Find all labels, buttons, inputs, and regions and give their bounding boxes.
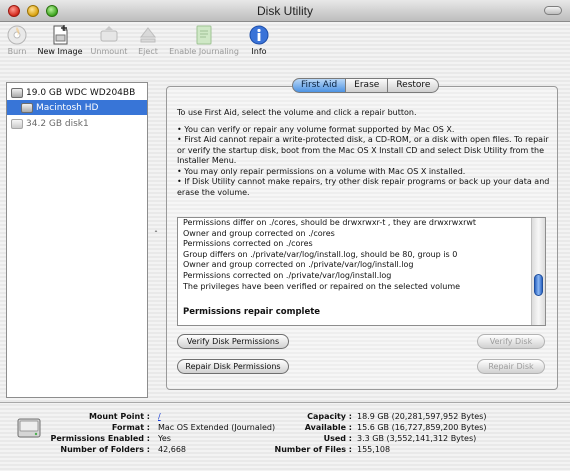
log-scrollbar-thumb[interactable] bbox=[534, 274, 543, 296]
verify-disk-button[interactable]: Verify Disk bbox=[477, 334, 545, 349]
disk-item[interactable]: 19.0 GB WDC WD204BB bbox=[7, 85, 147, 100]
disk-item-label: 19.0 GB WDC WD204BB bbox=[26, 87, 136, 98]
unmount-icon bbox=[100, 26, 118, 42]
capacity-label: Capacity : bbox=[307, 412, 352, 421]
disk-list[interactable]: 19.0 GB WDC WD204BB Macintosh HD 34.2 GB… bbox=[6, 82, 148, 398]
mount-point-link[interactable]: / bbox=[158, 412, 161, 421]
enable-journaling-label: Enable Journaling bbox=[169, 47, 239, 56]
log-line: The privileges have been verified or rep… bbox=[183, 281, 461, 291]
enable-journaling-button[interactable]: Enable Journaling bbox=[165, 24, 243, 56]
files-label: Number of Files : bbox=[274, 445, 353, 454]
log-line: Owner and group corrected on ./private/v… bbox=[183, 260, 414, 270]
first-aid-bullet: • If Disk Utility cannot make repairs, t… bbox=[177, 177, 550, 197]
mount-point-label: Mount Point : bbox=[88, 412, 150, 421]
format-value: Mac OS Extended (Journaled) bbox=[158, 423, 276, 432]
log-line: Permissions corrected on ./cores bbox=[183, 239, 313, 249]
first-aid-bullet: • You can verify or repair any volume fo… bbox=[177, 124, 455, 134]
format-label: Format : bbox=[111, 423, 150, 432]
tab-restore[interactable]: Restore bbox=[387, 78, 440, 93]
unmount-button[interactable]: Unmount bbox=[88, 24, 130, 56]
volume-item-label: Macintosh HD bbox=[36, 102, 99, 113]
verify-disk-permissions-button[interactable]: Verify Disk Permissions bbox=[177, 334, 289, 349]
hard-disk-icon bbox=[17, 418, 41, 438]
repair-disk-permissions-button[interactable]: Repair Disk Permissions bbox=[177, 359, 289, 374]
capacity-value: 18.9 GB (20,281,597,952 Bytes) bbox=[357, 412, 487, 421]
burn-label: Burn bbox=[7, 47, 27, 56]
info-label: Info bbox=[251, 47, 267, 56]
disk-item[interactable]: 34.2 GB disk1 bbox=[7, 116, 147, 131]
log-scrollbar[interactable] bbox=[531, 218, 545, 325]
burn-icon bbox=[7, 25, 27, 45]
title-bar: Disk Utility bbox=[0, 0, 570, 22]
new-image-icon bbox=[53, 25, 68, 45]
burn-button[interactable]: Burn bbox=[4, 24, 30, 56]
first-aid-bullet: • You may only repair permissions on a v… bbox=[177, 166, 466, 176]
new-image-label: New Image bbox=[37, 47, 83, 56]
disk-item-label: 34.2 GB disk1 bbox=[26, 118, 89, 129]
info-icon bbox=[249, 25, 269, 45]
volume-icon bbox=[21, 102, 33, 113]
toolbar: Burn New Image Unmount Eject Enable Jour… bbox=[0, 22, 570, 62]
footer-divider bbox=[0, 402, 570, 403]
folders-label: Number of Folders : bbox=[60, 445, 150, 454]
log-complete-message: Permissions repair complete bbox=[183, 307, 321, 317]
tab-bar: First Aid Erase Restore bbox=[292, 78, 440, 93]
hard-disk-icon bbox=[11, 118, 23, 129]
log-line: Permissions differ on ./cores, should be… bbox=[183, 218, 477, 227]
log-line: Owner and group corrected on ./cores bbox=[183, 228, 335, 238]
eject-icon bbox=[139, 27, 157, 43]
files-value: 155,108 bbox=[357, 445, 391, 454]
log-line: Permissions corrected on ./private/var/l… bbox=[183, 270, 392, 280]
info-button[interactable]: Info bbox=[248, 24, 270, 56]
used-value: 3.3 GB (3,552,141,312 Bytes) bbox=[357, 434, 477, 443]
repair-disk-button[interactable]: Repair Disk bbox=[477, 359, 545, 374]
tab-erase[interactable]: Erase bbox=[345, 78, 389, 93]
eject-label: Eject bbox=[138, 47, 158, 56]
toolbar-toggle-button[interactable] bbox=[544, 6, 562, 15]
permissions-enabled-label: Permissions Enabled : bbox=[50, 434, 150, 443]
volume-item-selected[interactable]: Macintosh HD bbox=[7, 100, 147, 115]
available-label: Available : bbox=[304, 423, 352, 432]
log-lines: Permissions differ on ./cores, should be… bbox=[183, 218, 528, 292]
splitter-handle[interactable]: ˆ bbox=[154, 230, 158, 239]
eject-button[interactable]: Eject bbox=[134, 24, 162, 56]
log-line: Group differs on ./private/var/log/insta… bbox=[183, 249, 458, 259]
unmount-label: Unmount bbox=[90, 47, 128, 56]
first-aid-intro: To use First Aid, select the volume and … bbox=[177, 108, 417, 117]
window-title: Disk Utility bbox=[257, 4, 313, 18]
new-image-button[interactable]: New Image bbox=[36, 24, 84, 56]
first-aid-instructions: To use First Aid, select the volume and … bbox=[177, 108, 553, 198]
journaling-icon bbox=[196, 25, 212, 45]
folders-value: 42,668 bbox=[158, 445, 186, 454]
used-label: Used : bbox=[323, 434, 352, 443]
disk-utility-window: Disk Utility Burn New Image Unmount Ejec… bbox=[0, 0, 570, 471]
first-aid-bullet: • First Aid cannot repair a write-protec… bbox=[177, 135, 549, 165]
available-value: 15.6 GB (16,727,859,200 Bytes) bbox=[357, 423, 487, 432]
hard-disk-icon bbox=[11, 87, 23, 98]
tab-first-aid[interactable]: First Aid bbox=[292, 78, 347, 93]
repair-log[interactable]: Permissions differ on ./cores, should be… bbox=[177, 217, 546, 326]
permissions-enabled-value: Yes bbox=[158, 434, 171, 443]
